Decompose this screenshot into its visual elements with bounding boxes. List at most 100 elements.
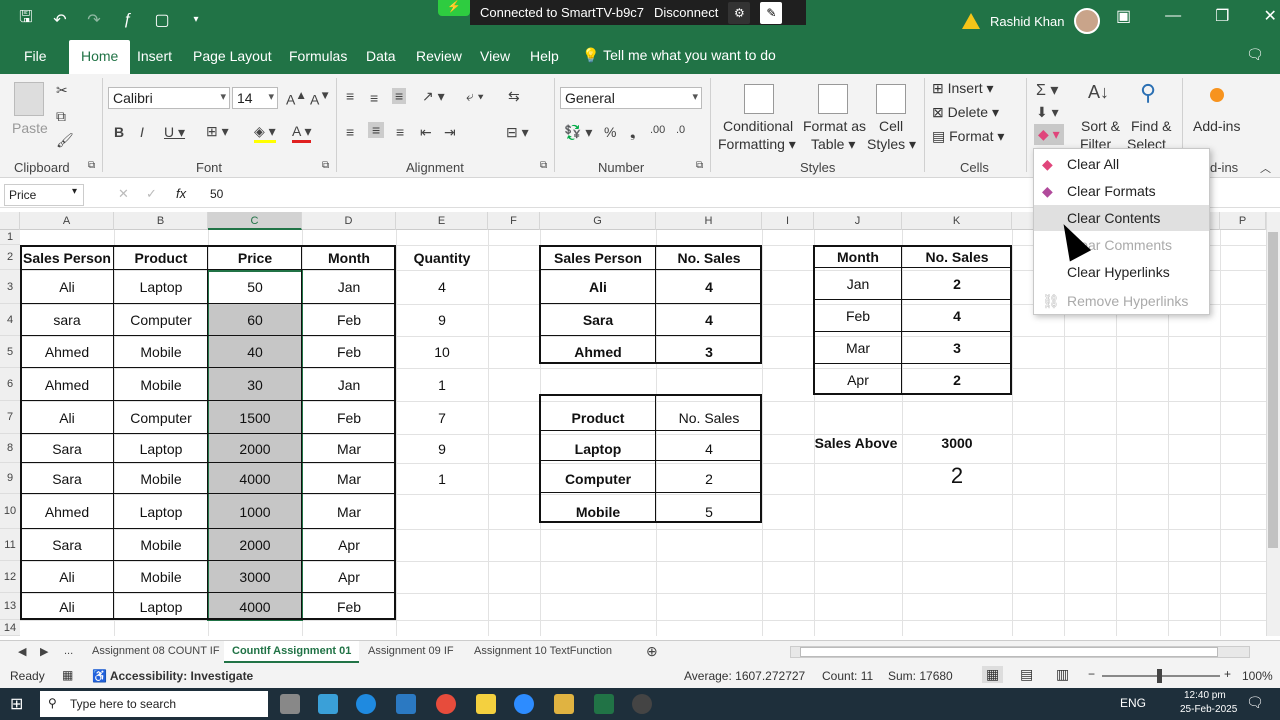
tab-help[interactable]: Help [530, 48, 559, 64]
table1-header[interactable]: Quantity [396, 245, 488, 270]
store-icon[interactable] [396, 694, 416, 714]
col-header-c[interactable]: C [208, 212, 302, 230]
table1-cell[interactable]: Ahmed [20, 368, 114, 401]
increase-font-icon[interactable]: A▲ [286, 89, 307, 108]
table3-header[interactable]: No. Sales [656, 401, 762, 434]
table1-cell[interactable]: Laptop [114, 593, 208, 620]
find-select-icon[interactable]: ⚲ [1140, 80, 1156, 106]
table1-cell[interactable]: Jan [302, 270, 396, 304]
table1-cell[interactable]: Jan [302, 368, 396, 401]
col-header-h[interactable]: H [656, 212, 762, 230]
sort-filter-label[interactable]: Sort & [1081, 118, 1120, 134]
table1-cell[interactable] [396, 494, 488, 529]
fill-icon[interactable]: ⬇ ▾ [1036, 104, 1059, 121]
new-file-icon[interactable]: ▢ [152, 10, 172, 30]
table3-cell[interactable]: 5 [656, 494, 762, 529]
row-header-10[interactable]: 10 [0, 494, 20, 529]
conditional-formatting-label-2[interactable]: Formatting ▾ [718, 136, 796, 153]
table3-cell[interactable]: Computer [540, 463, 656, 494]
table1-cell[interactable]: Feb [302, 593, 396, 620]
sticky-notes-icon[interactable] [476, 694, 496, 714]
col-header-f[interactable]: F [488, 212, 540, 230]
autosum-icon[interactable]: Σ ▾ [1036, 80, 1058, 100]
format-as-table-icon[interactable] [818, 84, 848, 114]
table4-cell[interactable]: Apr [814, 364, 902, 395]
cell-styles-icon[interactable] [876, 84, 906, 114]
align-right-icon[interactable]: ≡ [396, 124, 404, 140]
edge-icon[interactable] [356, 694, 376, 714]
row-header-1[interactable]: 1 [0, 230, 20, 245]
cancel-icon[interactable]: ✕ [118, 186, 129, 202]
wrap-icon[interactable]: ⇆ [508, 88, 520, 105]
align-left-icon[interactable]: ≡ [346, 124, 354, 140]
alignment-launcher-icon[interactable]: ⧉ [540, 160, 547, 171]
table1-cell[interactable]: Mobile [114, 529, 208, 561]
windows-start-icon[interactable]: ⊞ [10, 694, 23, 714]
table3-cell[interactable]: 2 [656, 463, 762, 494]
table2-header[interactable]: No. Sales [656, 245, 762, 270]
row-header-8[interactable]: 8 [0, 434, 20, 463]
sheet-tab-assignment-09[interactable]: Assignment 09 IF [368, 645, 454, 657]
menu-clear-all[interactable]: ◆ Clear All [1034, 151, 1209, 177]
col-header-p[interactable]: P [1220, 212, 1266, 230]
table1-cell[interactable]: Ahmed [20, 336, 114, 368]
font-size-dropdown[interactable]: 14 [232, 87, 278, 109]
taskbar-search[interactable]: ⚲ Type here to search [40, 691, 268, 717]
table1-cell[interactable]: Feb [302, 304, 396, 336]
align-bottom-icon[interactable]: ≡ [392, 88, 407, 104]
pin-icon[interactable]: ✎ [760, 1, 783, 24]
table2-cell[interactable]: Sara [540, 304, 656, 336]
table1-cell[interactable]: 4 [396, 270, 488, 304]
table1-cell[interactable]: Mar [302, 434, 396, 463]
table1-cell[interactable] [396, 529, 488, 561]
cell-styles-label-2[interactable]: Styles ▾ [867, 136, 916, 153]
tab-file[interactable]: File [24, 48, 47, 64]
sort-filter-icon[interactable]: A↓ [1088, 82, 1109, 103]
format-cells-button[interactable]: ▤ Format ▾ [932, 128, 1004, 145]
macro-record-icon[interactable]: ▦ [62, 668, 73, 682]
col-header-d[interactable]: D [302, 212, 396, 230]
underline-icon[interactable]: U ▾ [164, 124, 185, 141]
tab-formulas[interactable]: Formulas [289, 48, 347, 64]
fill-color-icon[interactable]: ◈ ▾ [254, 123, 276, 143]
row-header-7[interactable]: 7 [0, 401, 20, 434]
select-all-corner[interactable] [0, 212, 20, 230]
function-icon[interactable]: fx [176, 186, 186, 201]
table3-header[interactable]: Product [540, 401, 656, 434]
table1-header[interactable]: Price [208, 245, 302, 270]
format-painter-icon[interactable]: ƒ [118, 11, 138, 29]
table2-cell[interactable]: 4 [656, 304, 762, 336]
table2-header[interactable]: Sales Person [540, 245, 656, 270]
table1-header[interactable]: Product [114, 245, 208, 270]
menu-clear-formats[interactable]: ◆ Clear Formats [1034, 178, 1209, 204]
table1-cell[interactable]: Mar [302, 463, 396, 494]
row-header-12[interactable]: 12 [0, 561, 20, 593]
table1-header[interactable]: Sales Person [20, 245, 114, 270]
add-ins-button[interactable]: Add-ins [1193, 118, 1240, 134]
minimize-icon[interactable]: — [1165, 7, 1181, 25]
table1-cell[interactable]: 9 [396, 304, 488, 336]
table1-cell[interactable]: sara [20, 304, 114, 336]
row-header-2[interactable]: 2 [0, 245, 20, 270]
warning-icon[interactable] [962, 13, 980, 29]
zoom-slider-handle[interactable] [1157, 669, 1162, 683]
restore-icon[interactable]: ❐ [1215, 6, 1229, 26]
conditional-formatting-icon[interactable] [744, 84, 774, 114]
increase-indent-icon[interactable]: ⇥ [444, 124, 456, 141]
copy-icon[interactable]: ⧉ [56, 108, 66, 125]
vertical-scroll-thumb[interactable] [1268, 232, 1278, 548]
paste-icon[interactable] [14, 82, 44, 116]
table1-cell[interactable]: 2000 [208, 434, 302, 463]
sheet-tab-assignment-10[interactable]: Assignment 10 TextFunction [474, 645, 612, 657]
font-launcher-icon[interactable]: ⧉ [322, 160, 329, 171]
table3-cell[interactable]: 4 [656, 434, 762, 463]
decrease-indent-icon[interactable]: ⇤ [420, 124, 432, 141]
format-as-table-label-2[interactable]: Table ▾ [811, 136, 855, 153]
italic-icon[interactable]: I [140, 124, 144, 140]
zoom-in-icon[interactable]: + [1224, 667, 1231, 681]
save-icon[interactable]: 🖫 [16, 6, 36, 33]
row-header-4[interactable]: 4 [0, 304, 20, 336]
settings-icon[interactable]: ⚙ [728, 1, 751, 24]
col-header-g[interactable]: G [540, 212, 656, 230]
table1-cell[interactable]: 4000 [208, 463, 302, 494]
